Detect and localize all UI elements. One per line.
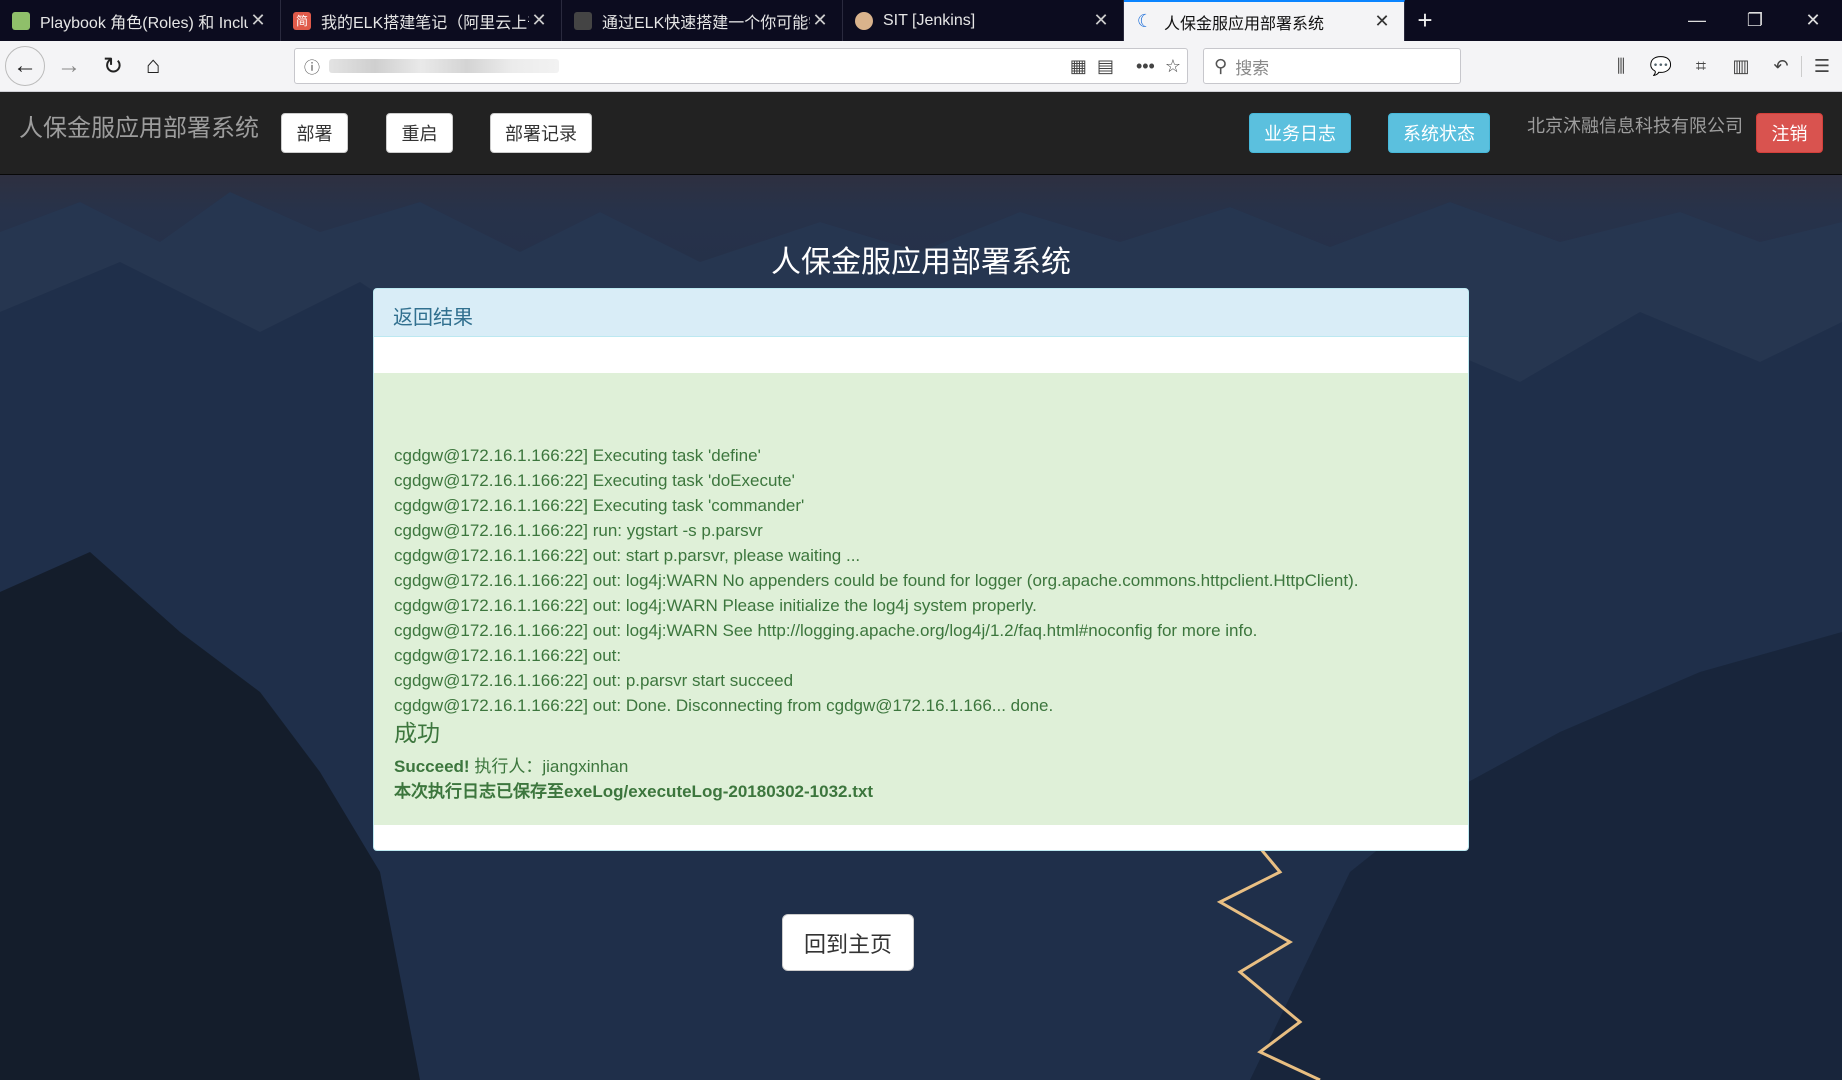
close-window-icon[interactable]: ✕ [1784, 0, 1842, 41]
log-line: cgdgw@172.16.1.166:22] Executing task 'd… [394, 446, 761, 465]
page-actions-icon[interactable]: ••• [1136, 56, 1155, 77]
deploy-button[interactable]: 部署 [281, 113, 348, 153]
reader-view-icon[interactable]: ▤ [1097, 56, 1114, 77]
menu-icon[interactable]: ☰ [1801, 55, 1842, 77]
browser-tab-strip: Playbook 角色(Roles) 和 Inclu ✕ 简 我的ELK搭建笔记… [0, 0, 1842, 41]
library-icon[interactable]: ⫼ [1601, 56, 1641, 77]
browser-tab-active[interactable]: ☾ 人保金服应用部署系统 ✕ [1124, 0, 1405, 41]
browser-tab[interactable]: 通过ELK快速搭建一个你可能需 ✕ [562, 0, 843, 41]
saved-log-path: 本次执行日志已保存至exeLog/executeLog-20180302-103… [394, 782, 873, 801]
tab-title: 通过ELK快速搭建一个你可能需 [602, 14, 810, 32]
window-controls: — ❐ ✕ [1668, 0, 1842, 41]
browser-tab[interactable]: Playbook 角色(Roles) 和 Inclu ✕ [0, 0, 281, 41]
executor-line: Succeed! 执行人：jiangxinhan [394, 754, 1448, 779]
tab-favicon-icon: 简 [293, 11, 311, 30]
tab-close-icon[interactable]: ✕ [810, 10, 830, 31]
log-line: cgdgw@172.16.1.166:22] Executing task 'c… [394, 496, 805, 515]
result-panel: 返回结果 cgdgw@172.16.1.166:22] Executing ta… [373, 288, 1469, 851]
succeed-label: Succeed! [394, 757, 470, 776]
browser-tab[interactable]: SIT [Jenkins] ✕ [843, 0, 1124, 41]
app-navbar: 人保金服应用部署系统 部署 重启 部署记录 业务日志 系统状态 北京沐融信息科技… [0, 92, 1842, 175]
page-content: 人保金服应用部署系统 部署 重启 部署记录 业务日志 系统状态 北京沐融信息科技… [0, 92, 1842, 1080]
browser-toolbar: ← → ↻ ⌂ ⓘ ▦ ▤ ••• ☆ ⚲ 搜索 ⫼ 💬 ⌗ ▥ ↶ ☰ [0, 41, 1842, 92]
back-arrow-icon[interactable]: ← [5, 46, 45, 86]
forward-arrow-icon[interactable]: → [49, 46, 89, 86]
log-line: cgdgw@172.16.1.166:22] out: start p.pars… [394, 546, 861, 565]
reload-icon[interactable]: ↻ [93, 46, 133, 86]
tab-title: Playbook 角色(Roles) 和 Inclu [40, 14, 248, 32]
minimize-icon[interactable]: — [1668, 0, 1726, 41]
chat-icon[interactable]: 💬 [1641, 56, 1681, 77]
tab-title: 我的ELK搭建笔记（阿里云上部 [321, 14, 529, 32]
search-icon: ⚲ [1214, 55, 1228, 76]
qr-code-icon[interactable]: ▦ [1070, 56, 1087, 77]
back-home-button[interactable]: 回到主页 [782, 914, 914, 971]
executor-text: 执行人：jiangxinhan [469, 757, 629, 776]
screenshot-icon[interactable]: ⌗ [1681, 56, 1721, 77]
panel-heading: 返回结果 [374, 289, 1468, 337]
browser-tab[interactable]: 简 我的ELK搭建笔记（阿里云上部 ✕ [281, 0, 562, 41]
log-line: cgdgw@172.16.1.166:22] out: Done. Discon… [394, 696, 1054, 715]
log-line: cgdgw@172.16.1.166:22] out: log4j:WARN S… [394, 621, 1258, 640]
success-alert: cgdgw@172.16.1.166:22] Executing task 'd… [374, 373, 1468, 825]
log-line: cgdgw@172.16.1.166:22] out: p.parsvr sta… [394, 671, 794, 690]
tab-close-icon[interactable]: ✕ [1372, 11, 1392, 32]
undo-icon[interactable]: ↶ [1761, 56, 1801, 77]
app-brand[interactable]: 人保金服应用部署系统 [19, 108, 259, 143]
tab-close-icon[interactable]: ✕ [248, 10, 268, 31]
deploy-records-button[interactable]: 部署记录 [490, 113, 592, 153]
company-name: 北京沐融信息科技有限公司 [1527, 116, 1743, 136]
logout-button[interactable]: 注销 [1756, 113, 1823, 153]
jenkins-favicon-icon [855, 11, 873, 30]
system-status-button[interactable]: 系统状态 [1388, 113, 1490, 153]
log-line: cgdgw@172.16.1.166:22] Executing task 'd… [394, 471, 795, 490]
result-title: 成功 [394, 720, 440, 746]
new-tab-icon[interactable]: + [1405, 0, 1445, 41]
log-line: cgdgw@172.16.1.166:22] out: log4j:WARN P… [394, 596, 1037, 615]
bookmark-star-icon[interactable]: ☆ [1165, 56, 1181, 77]
tab-title: SIT [Jenkins] [883, 11, 976, 29]
tab-close-icon[interactable]: ✕ [1091, 10, 1111, 31]
home-icon[interactable]: ⌂ [133, 46, 173, 86]
log-output: cgdgw@172.16.1.166:22] Executing task 'd… [394, 443, 1448, 718]
toolbar-icons: ⫼ 💬 ⌗ ▥ ↶ ☰ [1601, 41, 1842, 91]
restart-button[interactable]: 重启 [386, 113, 453, 153]
sidebar-icon[interactable]: ▥ [1721, 56, 1761, 77]
business-log-button[interactable]: 业务日志 [1249, 113, 1351, 153]
site-info-icon[interactable]: ⓘ [295, 54, 329, 78]
page-title: 人保金服应用部署系统 [771, 246, 1071, 279]
log-line: cgdgw@172.16.1.166:22] out: [394, 646, 622, 665]
address-bar[interactable]: ⓘ ▦ ▤ ••• ☆ [294, 48, 1188, 84]
restore-icon[interactable]: ❐ [1726, 0, 1784, 41]
search-box[interactable]: ⚲ 搜索 [1203, 48, 1461, 84]
tab-title: 人保金服应用部署系统 [1164, 15, 1325, 33]
blurred-url [329, 59, 559, 73]
tab-close-icon[interactable]: ✕ [529, 10, 549, 31]
tab-favicon-icon [12, 11, 30, 30]
tab-favicon-icon [574, 11, 592, 30]
tab-favicon-icon: ☾ [1136, 11, 1154, 31]
log-line: cgdgw@172.16.1.166:22] out: log4j:WARN N… [394, 571, 1359, 590]
log-line: cgdgw@172.16.1.166:22] run: ygstart -s p… [394, 521, 763, 540]
search-placeholder: 搜索 [1235, 58, 1270, 78]
